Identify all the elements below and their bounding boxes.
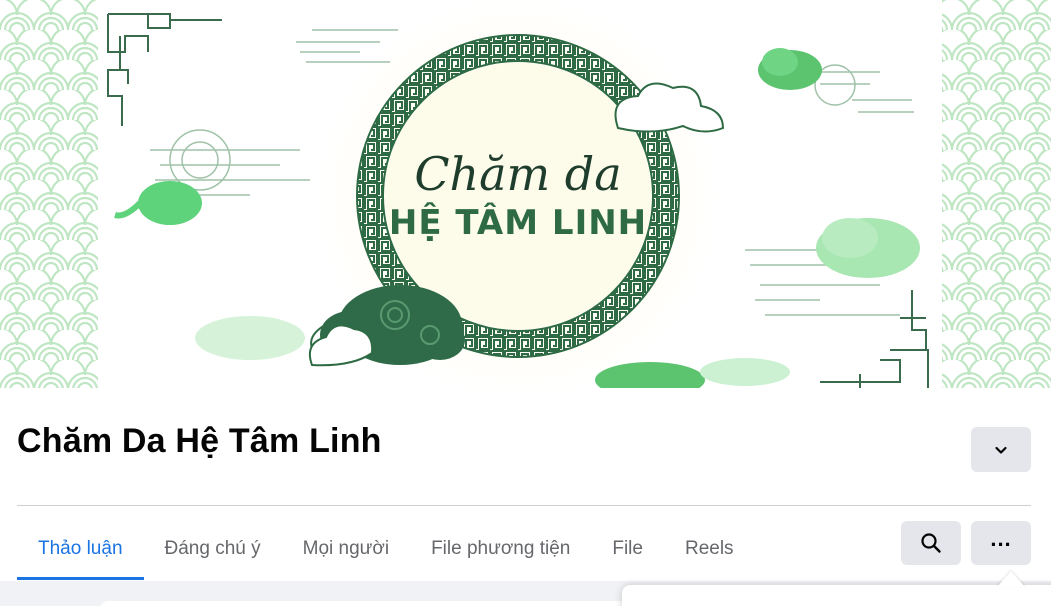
group-header: Chăm Da Hệ Tâm Linh Thảo luận Đáng chú ý… — [0, 388, 1051, 606]
tab-dang-chu-y[interactable]: Đáng chú ý — [144, 518, 282, 580]
header-divider — [17, 505, 1031, 506]
search-icon — [921, 533, 941, 553]
group-title[interactable]: Chăm Da Hệ Tâm Linh — [17, 422, 382, 461]
tab-reels[interactable]: Reels — [664, 518, 755, 580]
menu-arrow-icon — [997, 571, 1025, 587]
search-button[interactable] — [901, 521, 961, 565]
cover-banner-text: HỆ TÂM LINH — [389, 202, 647, 243]
tab-moi-nguoi[interactable]: Mọi người — [282, 518, 410, 580]
tab-thao-luan[interactable]: Thảo luận — [17, 518, 144, 580]
more-options-menu[interactable] — [622, 585, 1051, 606]
feed-card — [100, 601, 660, 606]
tab-file-phuong-tien[interactable]: File phương tiện — [410, 518, 591, 580]
cover-photo[interactable]: Chăm da HỆ TÂM LINH — [0, 0, 1051, 388]
group-tabs: Thảo luận Đáng chú ý Mọi người File phươ… — [17, 518, 755, 580]
group-page: Chăm da HỆ TÂM LINH Chăm Da Hệ Tâm Linh … — [0, 0, 1051, 606]
more-dots-icon: ... — [990, 526, 1012, 551]
cover-artwork: Chăm da HỆ TÂM LINH — [0, 0, 1051, 388]
chevron-down-icon — [995, 446, 1007, 454]
cover-script-text: Chăm da — [414, 147, 621, 201]
collapse-button[interactable] — [971, 427, 1031, 472]
tab-file[interactable]: File — [591, 518, 664, 580]
more-options-button[interactable]: ... — [971, 521, 1031, 565]
